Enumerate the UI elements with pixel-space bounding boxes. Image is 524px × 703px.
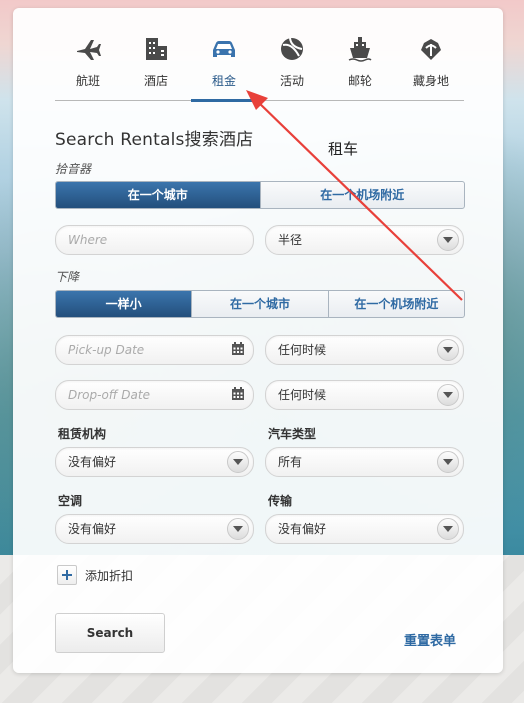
tab-flights[interactable]: 航班	[55, 30, 121, 100]
pickup-label: 拾音器	[55, 162, 92, 176]
plane-icon	[77, 40, 101, 60]
radius-select[interactable]: 半径	[265, 225, 464, 255]
cruise-ship-icon	[348, 37, 372, 62]
tab-cruises[interactable]: 邮轮	[327, 30, 393, 100]
dropoff-time-value: 任何时候	[278, 388, 327, 402]
chevron-down-icon	[437, 384, 459, 406]
tab-label: 活动	[279, 74, 304, 88]
hotel-icon	[146, 38, 167, 60]
ac-select[interactable]: 没有偏好	[55, 514, 254, 544]
chevron-down-icon	[227, 518, 249, 540]
calendar-icon[interactable]	[231, 387, 245, 401]
category-tabs: 航班 酒店 租金 活动 邮轮 藏身地	[55, 30, 464, 102]
chevron-down-icon	[437, 339, 459, 361]
radius-value: 半径	[278, 233, 303, 247]
getaway-icon	[421, 39, 441, 60]
dropoff-option-city[interactable]: 在一个城市	[191, 291, 327, 317]
calendar-icon[interactable]	[231, 342, 245, 356]
pickup-date-placeholder: Pick-up Date	[68, 343, 145, 357]
search-button[interactable]: Search	[55, 613, 165, 653]
dropoff-option-same[interactable]: 一样小	[56, 291, 192, 317]
agency-value: 没有偏好	[68, 455, 117, 469]
tab-label: 酒店	[143, 74, 168, 88]
where-input[interactable]: Where	[55, 225, 254, 255]
annotation-text: 租车	[328, 140, 359, 158]
reset-form-link[interactable]: 重置表单	[404, 630, 456, 649]
car-icon	[213, 41, 235, 57]
pickup-time-select[interactable]: 任何时候	[265, 335, 464, 365]
dropoff-label: 下降	[55, 270, 80, 284]
dropoff-time-select[interactable]: 任何时候	[265, 380, 464, 410]
dropoff-date-input[interactable]: Drop-off Date	[55, 380, 254, 410]
tab-label: 藏身地	[412, 74, 449, 88]
car-type-value: 所有	[278, 455, 303, 469]
tab-label: 航班	[75, 74, 100, 88]
tab-label: 邮轮	[347, 74, 372, 88]
plus-icon[interactable]	[57, 565, 77, 585]
beach-ball-icon	[281, 37, 303, 60]
where-placeholder: Where	[68, 233, 108, 247]
tab-getaways[interactable]: 藏身地	[398, 30, 464, 100]
dropoff-date-placeholder: Drop-off Date	[68, 388, 150, 402]
dropoff-option-airport[interactable]: 在一个机场附近	[327, 291, 464, 317]
ac-label: 空调	[58, 494, 83, 508]
ac-value: 没有偏好	[68, 522, 117, 536]
tab-rentals[interactable]: 租金	[191, 30, 257, 102]
car-type-label: 汽车类型	[268, 427, 317, 441]
pickup-location-toggle: 在一个城市 在一个机场附近	[55, 181, 465, 209]
tab-label: 租金	[211, 74, 236, 88]
car-type-select[interactable]: 所有	[265, 447, 464, 477]
transmission-label: 传输	[268, 494, 293, 508]
pickup-date-input[interactable]: Pick-up Date	[55, 335, 254, 365]
add-discount-label[interactable]: 添加折扣	[85, 567, 133, 584]
dropoff-location-toggle: 一样小 在一个城市 在一个机场附近	[55, 290, 465, 318]
agency-select[interactable]: 没有偏好	[55, 447, 254, 477]
pickup-option-city[interactable]: 在一个城市	[56, 182, 260, 208]
transmission-value: 没有偏好	[278, 522, 327, 536]
chevron-down-icon	[437, 451, 459, 473]
pickup-time-value: 任何时候	[278, 343, 327, 357]
transmission-select[interactable]: 没有偏好	[265, 514, 464, 544]
tab-hotels[interactable]: 酒店	[123, 30, 189, 100]
tab-activities[interactable]: 活动	[259, 30, 325, 100]
agency-label: 租赁机构	[58, 427, 107, 441]
pickup-option-airport[interactable]: 在一个机场附近	[259, 182, 465, 208]
chevron-down-icon	[437, 229, 459, 251]
chevron-down-icon	[437, 518, 459, 540]
form-title: Search Rentals搜索酒店	[55, 130, 254, 150]
chevron-down-icon	[227, 451, 249, 473]
